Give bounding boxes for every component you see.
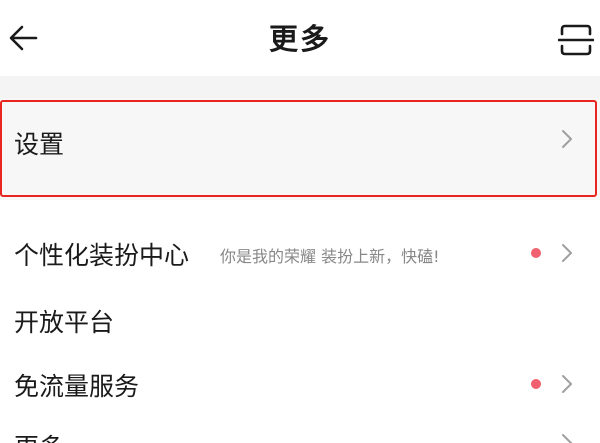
menu-item-tagline: 你是我的荣耀 装扮上新，快磕! <box>220 247 440 266</box>
menu-item-free-data[interactable]: 免流量服务 <box>0 353 600 413</box>
section-divider <box>0 76 600 98</box>
red-dot-badge <box>531 379 541 389</box>
menu-item-label: 开放平台 <box>14 308 115 337</box>
menu-item-personalization[interactable]: 个性化装扮中心 你是我的荣耀 装扮上新，快磕! <box>0 222 600 282</box>
highlight-box <box>0 100 597 197</box>
chevron-right-icon <box>562 434 572 443</box>
chevron-right-icon <box>562 375 572 393</box>
red-dot-badge <box>531 248 541 258</box>
scan-icon[interactable] <box>558 22 594 58</box>
page-title: 更多 <box>268 22 331 56</box>
top-bar: 更多 <box>0 0 600 76</box>
menu-item-label: 个性化装扮中心 <box>14 241 190 270</box>
menu-item-open-platform[interactable]: 开放平台 <box>0 290 600 350</box>
menu-item-more[interactable]: 更多 <box>0 418 600 443</box>
menu-item-label: 免流量服务 <box>14 372 140 401</box>
menu-item-label: 更多 <box>14 428 64 443</box>
chevron-right-icon <box>562 244 572 262</box>
